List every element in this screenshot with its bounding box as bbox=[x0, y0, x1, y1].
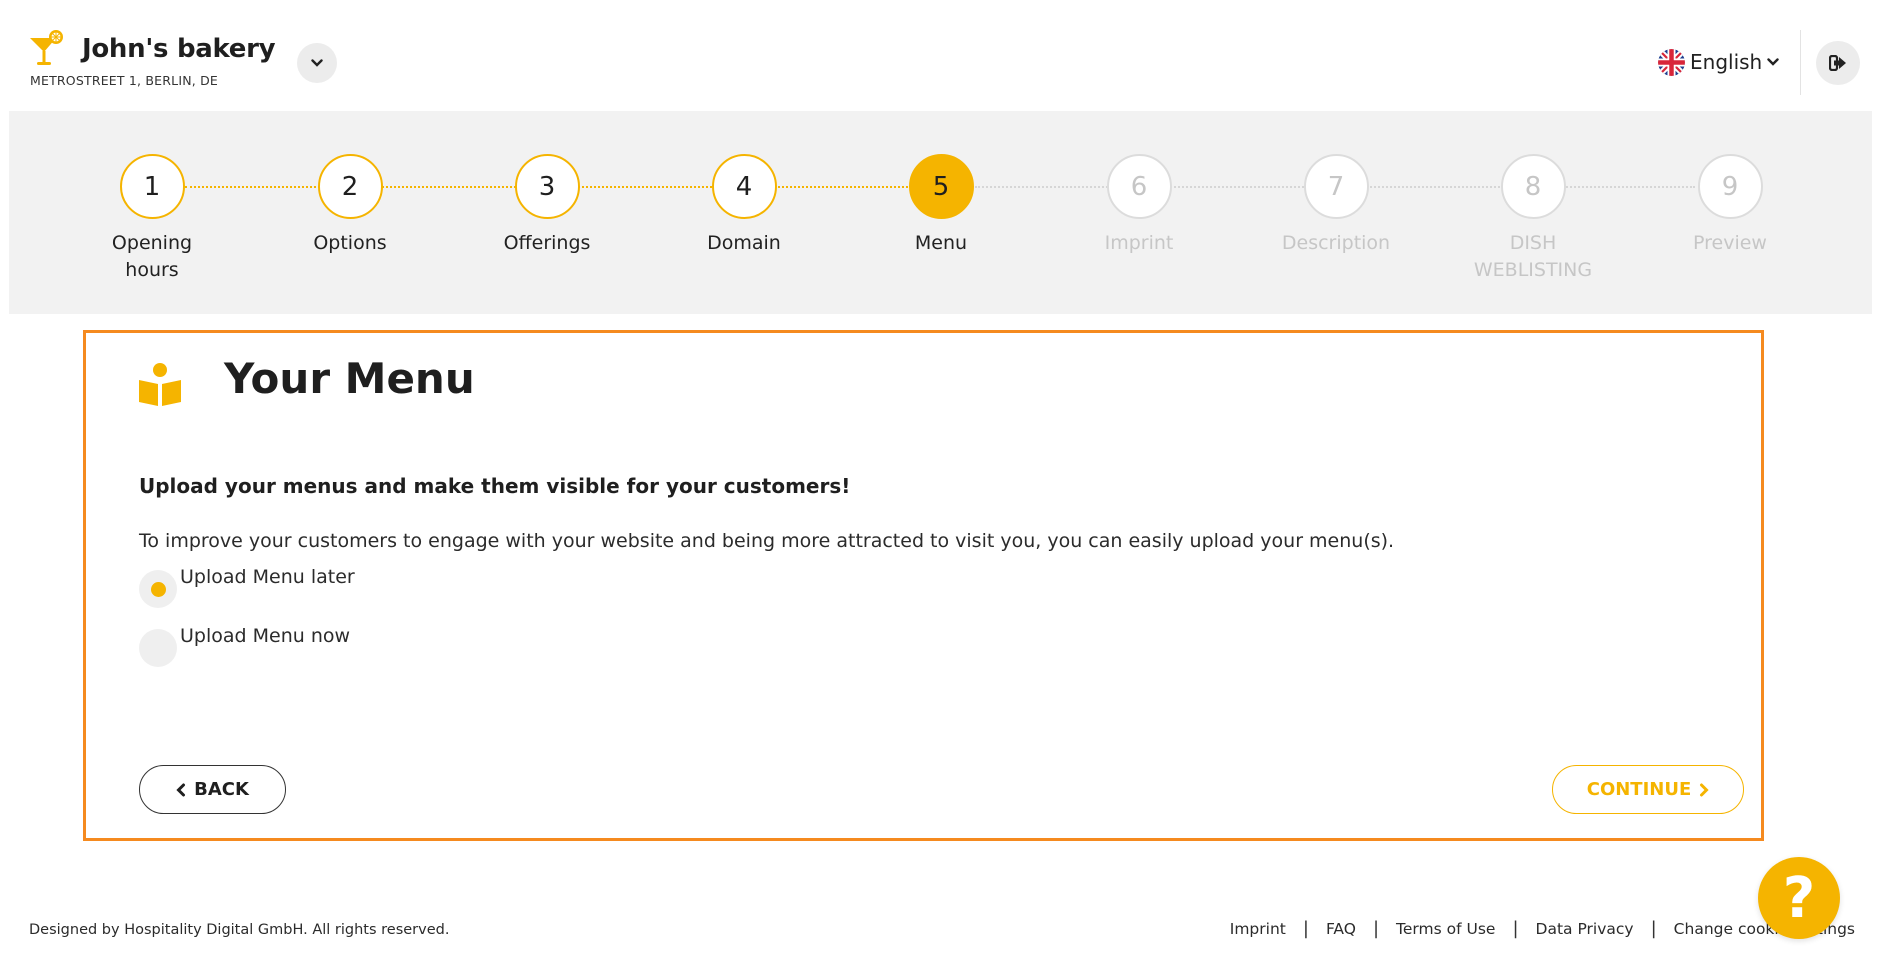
step-label: Domain bbox=[707, 232, 781, 254]
radio-button-unselected[interactable] bbox=[139, 629, 177, 667]
step-number: 6 bbox=[1106, 154, 1172, 219]
language-selector[interactable]: English bbox=[1658, 47, 1779, 77]
step-dish-weblisting: 8 DISH WEBLISTING bbox=[1433, 154, 1633, 284]
chevron-right-icon bbox=[1700, 783, 1709, 796]
section-subtitle: Upload your menus and make them visible … bbox=[139, 474, 851, 498]
step-number: 9 bbox=[1697, 154, 1763, 219]
step-number: 4 bbox=[711, 154, 777, 219]
question-mark-icon: ? bbox=[1782, 865, 1816, 931]
chevron-down-icon bbox=[1767, 58, 1779, 66]
help-button[interactable]: ? bbox=[1758, 857, 1840, 939]
logout-icon bbox=[1829, 55, 1846, 71]
step-imprint: 6 Imprint bbox=[1039, 154, 1239, 257]
chevron-left-icon bbox=[176, 783, 186, 796]
back-label: BACK bbox=[194, 779, 249, 800]
radio-label: Upload Menu later bbox=[180, 566, 355, 588]
step-number: 3 bbox=[514, 154, 580, 219]
logout-button[interactable] bbox=[1816, 41, 1860, 85]
open-book-reader-icon bbox=[139, 363, 181, 406]
step-description: 7 Description bbox=[1236, 154, 1436, 257]
chevron-down-icon bbox=[311, 59, 323, 67]
footer-separator: | bbox=[1650, 918, 1657, 939]
step-label: Options bbox=[313, 232, 387, 254]
business-address: METROSTREET 1, BERLIN, DE bbox=[30, 73, 219, 88]
step-label: Menu bbox=[914, 232, 968, 254]
step-label: Imprint bbox=[1104, 232, 1174, 254]
page-title: Your Menu bbox=[224, 354, 475, 403]
step-label: Description bbox=[1281, 232, 1391, 254]
step-label: Preview bbox=[1693, 232, 1767, 254]
language-label: English bbox=[1690, 50, 1763, 74]
business-switcher-button[interactable] bbox=[297, 43, 337, 83]
step-number: 7 bbox=[1303, 154, 1369, 219]
radio-selected-dot bbox=[150, 581, 166, 597]
step-number: 8 bbox=[1500, 154, 1566, 219]
footer-link-privacy[interactable]: Data Privacy bbox=[1536, 920, 1634, 938]
footer-link-terms[interactable]: Terms of Use bbox=[1396, 920, 1495, 938]
step-offerings[interactable]: 3 Offerings bbox=[447, 154, 647, 257]
step-number: 5 bbox=[908, 154, 974, 219]
footer-link-faq[interactable]: FAQ bbox=[1326, 920, 1356, 938]
step-label: DISH WEBLISTING bbox=[1473, 232, 1593, 281]
step-label: Offerings bbox=[503, 232, 591, 254]
radio-label: Upload Menu now bbox=[180, 625, 351, 647]
back-button[interactable]: BACK bbox=[139, 765, 286, 814]
step-opening-hours[interactable]: 1 Opening hours bbox=[52, 154, 252, 284]
continue-button[interactable]: CONTINUE bbox=[1552, 765, 1744, 814]
header: John's bakery METROSTREET 1, BERLIN, DE … bbox=[0, 0, 1883, 111]
uk-flag-icon bbox=[1658, 48, 1685, 76]
step-domain[interactable]: 4 Domain bbox=[644, 154, 844, 257]
step-number: 1 bbox=[119, 154, 185, 219]
step-number: 2 bbox=[317, 154, 383, 219]
radio-upload-menu-now[interactable]: Upload Menu now bbox=[139, 625, 350, 667]
business-name: John's bakery bbox=[82, 34, 276, 64]
step-options[interactable]: 2 Options bbox=[250, 154, 450, 257]
footer-links: Imprint | FAQ | Terms of Use | Data Priv… bbox=[1230, 918, 1855, 939]
step-label: Opening hours bbox=[111, 232, 193, 281]
footer-separator: | bbox=[1512, 918, 1519, 939]
radio-button-selected[interactable] bbox=[139, 570, 177, 608]
step-menu[interactable]: 5 Menu bbox=[841, 154, 1041, 257]
step-preview: 9 Preview bbox=[1630, 154, 1830, 257]
footer-link-imprint[interactable]: Imprint bbox=[1230, 920, 1286, 938]
radio-upload-menu-later[interactable]: Upload Menu later bbox=[139, 566, 355, 608]
footer-separator: | bbox=[1372, 918, 1380, 939]
cocktail-logo-icon bbox=[30, 30, 63, 65]
footer-separator: | bbox=[1302, 918, 1309, 939]
continue-label: CONTINUE bbox=[1586, 779, 1692, 800]
section-description: To improve your customers to engage with… bbox=[139, 530, 1395, 552]
header-divider bbox=[1800, 30, 1801, 95]
footer-copyright: Designed by Hospitality Digital GmbH. Al… bbox=[29, 922, 450, 938]
